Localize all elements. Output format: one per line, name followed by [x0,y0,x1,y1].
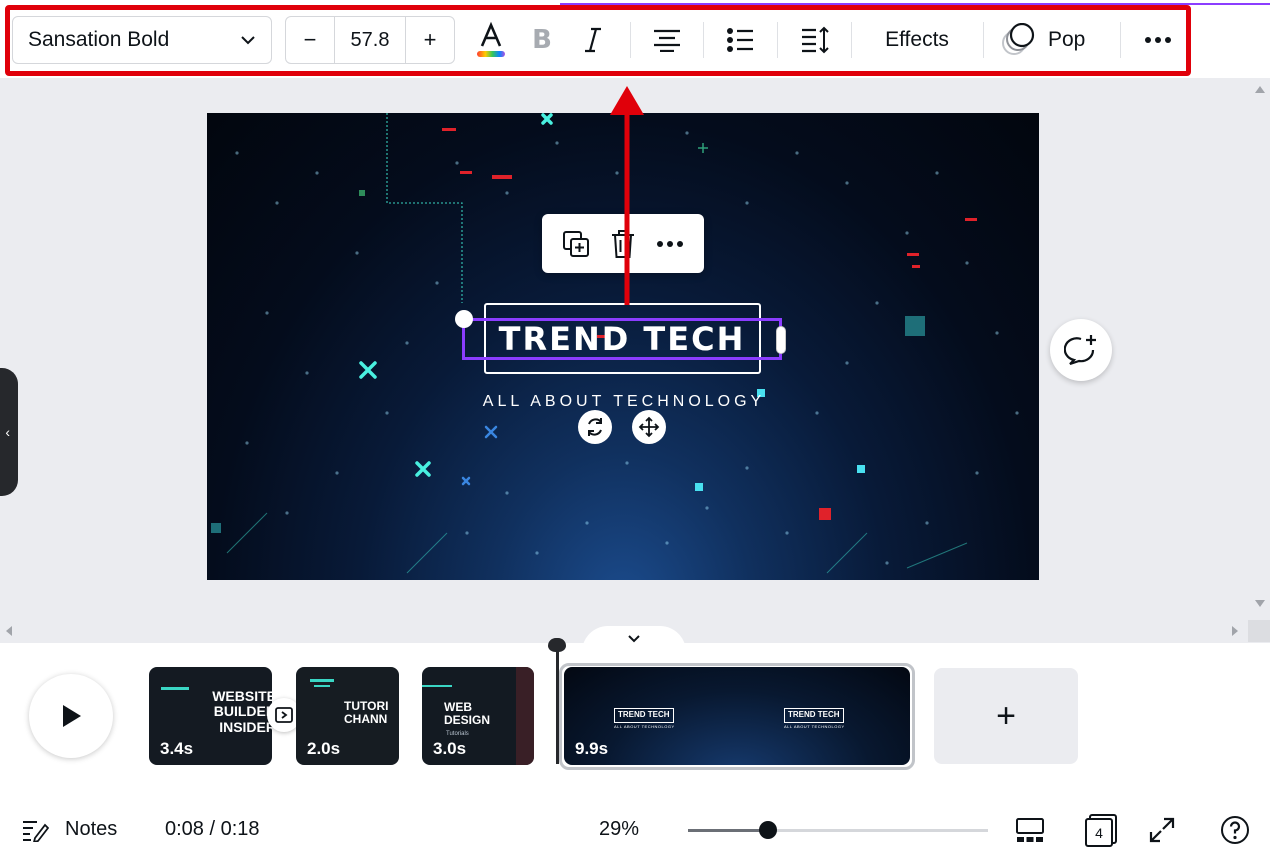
annotation-arrow [610,86,644,305]
pages-button[interactable]: 4 [1084,812,1118,848]
timeline-collapse-button[interactable] [582,626,686,652]
clip-title-line: INSIDER [219,718,272,735]
timeline-clip[interactable]: WEB DESIGN Tutorials 3.0s [422,667,534,765]
timeline-clip[interactable]: WEBSITE BUILDER INSIDER 3.4s [149,667,272,765]
move-icon [638,416,660,438]
playback-time: 0:08 / 0:18 [165,818,260,840]
grid-view-icon [1016,818,1044,842]
timeline-clip[interactable]: TUTORI CHANN 2.0s [296,667,399,765]
notes-icon [23,821,49,842]
add-icon: + [996,696,1016,735]
clip-caption: Tutorials [446,731,469,737]
fullscreen-button[interactable] [1148,812,1176,848]
play-button[interactable] [29,674,113,758]
clip-title-line: WEBSITE [212,688,272,704]
chevron-left-icon: ‹ [5,424,10,440]
expand-icon [1149,817,1175,843]
resize-handle[interactable] [776,326,786,354]
clip-duration: 2.0s [307,739,341,758]
help-button[interactable] [1218,812,1252,848]
zoom-slider-fill [688,829,768,832]
transition-icon [275,707,293,723]
playhead-handle[interactable] [548,638,566,652]
clip-title-line: DESIGN [444,713,491,728]
rotate-icon [588,418,602,436]
chevron-down-icon [628,635,640,643]
clip-title-line: CHANN [344,712,388,727]
zoom-slider-handle[interactable] [759,821,777,839]
play-icon [63,705,81,727]
move-button[interactable] [632,410,666,444]
notes-button[interactable] [20,812,50,848]
add-page-button[interactable]: + [934,668,1078,764]
zoom-percentage[interactable]: 29% [599,818,639,841]
page-count: 4 [1095,825,1103,841]
add-comment-icon [1064,335,1096,366]
clip-duration: 3.4s [160,739,194,758]
add-comment-button[interactable] [1050,319,1112,381]
clip-duration: 3.0s [433,739,467,758]
rotate-button[interactable] [578,410,612,444]
title-text-element[interactable]: TREND TECH [462,318,782,360]
selected-clip-outline [559,663,915,770]
help-icon [1221,816,1249,844]
notes-label[interactable]: Notes [65,818,117,841]
side-panel-toggle[interactable]: ‹ [0,368,18,496]
grid-view-button[interactable] [1014,812,1046,848]
clip-title-line: BUILDER [213,703,272,720]
subtitle-text-element[interactable]: ALL ABOUT TECHNOLOGY [469,393,779,411]
playhead[interactable] [556,640,559,764]
